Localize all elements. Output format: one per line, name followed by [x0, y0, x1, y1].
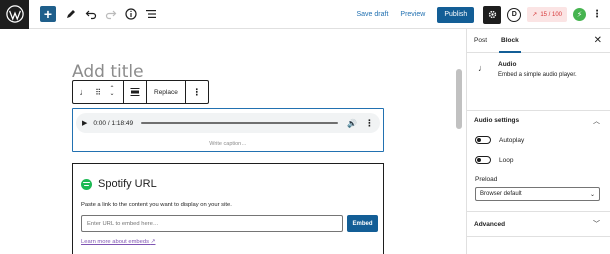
post-title-input[interactable]: Add title [72, 62, 144, 82]
embed-url-input[interactable]: Enter URL to embed here… [81, 215, 343, 232]
seo-score-badge[interactable]: ↗ 15 / 100 [527, 7, 567, 22]
d-plugin-button[interactable]: D [507, 7, 522, 22]
volume-icon[interactable]: 🔊 [347, 119, 357, 128]
preview-button[interactable]: Preview [400, 11, 425, 18]
undo-icon [85, 10, 97, 20]
details-button[interactable] [122, 0, 140, 29]
chevron-down-icon: ⌄ [589, 191, 595, 198]
preload-value: Browser default [480, 191, 522, 197]
external-link-icon: ↗ [150, 239, 156, 245]
align-button[interactable] [128, 81, 142, 103]
audio-settings-panel: Audio settings ︿ Autoplay Loop Preload B… [467, 111, 610, 212]
block-toolbar: ♩ ⠿ ⌃ ⌄ Replace ⋮ [72, 80, 209, 104]
block-options-button[interactable]: ⋮ [190, 81, 204, 103]
panel-title: Advanced [474, 220, 506, 228]
spotify-icon [81, 178, 92, 190]
loop-toggle[interactable] [475, 156, 491, 164]
sidebar-tabs: Post Block ✕ [467, 29, 610, 53]
gear-icon [488, 10, 496, 19]
redo-button[interactable] [102, 0, 120, 29]
edit-tools-button[interactable] [62, 0, 80, 29]
advanced-panel: Advanced ﹀ [467, 212, 610, 237]
wordpress-logo-button[interactable] [0, 0, 29, 29]
info-icon [125, 8, 137, 20]
editor-canvas: Add title ♩ ⠿ ⌃ ⌄ Replace ⋮ ▶ 0:00 / 1:18… [0, 29, 462, 254]
audio-time: 0:00 / 1:18:49 [93, 119, 134, 127]
music-note-icon: ♩ [79, 87, 89, 97]
block-type-button[interactable]: ♩ [77, 81, 91, 103]
learn-more-text: Learn more about embeds [81, 239, 149, 245]
more-vertical-icon: ⋮ [192, 86, 202, 97]
block-name: Audio [498, 61, 517, 68]
tab-post[interactable]: Post [467, 29, 494, 53]
pencil-icon [67, 10, 75, 18]
align-icon [130, 88, 140, 96]
tab-block[interactable]: Block [494, 29, 526, 53]
seo-score-text: 15 / 100 [540, 11, 562, 18]
more-vertical-icon: ⋮ [592, 8, 602, 20]
music-note-icon: ♩ [478, 63, 487, 73]
learn-more-link[interactable]: Learn more about embeds ↗ [81, 239, 155, 245]
autoplay-label: Autoplay [499, 136, 525, 144]
add-block-button[interactable]: + [40, 6, 56, 22]
undo-button[interactable] [82, 0, 100, 29]
editor-scrollbar[interactable] [456, 69, 462, 129]
embed-button[interactable]: Embed [347, 215, 378, 232]
audio-settings-toggle[interactable]: Audio settings ︿ [467, 111, 610, 130]
score-trend-icon: ↗ [532, 12, 538, 18]
chevron-up-icon: ︿ [593, 117, 600, 125]
replace-button[interactable]: Replace [151, 89, 181, 96]
drag-handle[interactable]: ⠿ [91, 81, 105, 103]
wordpress-icon [5, 5, 24, 23]
settings-sidebar: Post Block ✕ ♩ Audio Embed a simple audi… [466, 29, 610, 254]
list-view-icon [146, 10, 156, 18]
block-description: Embed a simple audio player. [498, 72, 577, 78]
audio-player[interactable]: ▶ 0:00 / 1:18:49 🔊 ⋮ [76, 113, 380, 133]
redo-icon [105, 10, 117, 20]
settings-button[interactable] [483, 5, 502, 24]
preload-label: Preload [475, 176, 498, 183]
chevron-updown-icon: ⌃ ⌄ [109, 86, 115, 97]
save-draft-button[interactable]: Save draft [356, 11, 388, 18]
close-icon[interactable]: ✕ [594, 35, 602, 46]
autoplay-row: Autoplay [467, 130, 610, 150]
audio-progress-track[interactable] [141, 122, 339, 124]
caption-input[interactable]: Write caption… [73, 141, 383, 147]
list-view-button[interactable] [142, 0, 160, 29]
block-card: ♩ Audio Embed a simple audio player. [467, 53, 610, 111]
audio-block[interactable]: ▶ 0:00 / 1:18:49 🔊 ⋮ Write caption… [72, 108, 384, 152]
more-vertical-icon[interactable]: ⋮ [365, 118, 374, 129]
editor-top-toolbar: + Save draft Preview Publish D ↗ 15 / 10… [0, 0, 610, 29]
jetpack-button[interactable]: ⚡ [573, 8, 586, 21]
embed-instructions: Paste a link to the content you want to … [81, 202, 232, 208]
advanced-toggle[interactable]: Advanced ﹀ [467, 212, 610, 236]
chevron-down-icon: ﹀ [593, 221, 600, 228]
loop-label: Loop [499, 156, 514, 164]
panel-title: Audio settings [474, 117, 520, 124]
play-icon[interactable]: ▶ [82, 119, 87, 127]
options-button[interactable]: ⋮ [592, 8, 602, 20]
drag-icon: ⠿ [95, 87, 101, 97]
loop-row: Loop [467, 150, 610, 170]
autoplay-toggle[interactable] [475, 136, 491, 144]
preload-select[interactable]: Browser default ⌄ [475, 187, 600, 201]
embed-title: Spotify URL [98, 178, 157, 190]
spotify-embed-block[interactable]: Spotify URL Paste a link to the content … [72, 163, 384, 254]
publish-button[interactable]: Publish [437, 6, 475, 23]
move-block-buttons[interactable]: ⌃ ⌄ [105, 81, 119, 103]
